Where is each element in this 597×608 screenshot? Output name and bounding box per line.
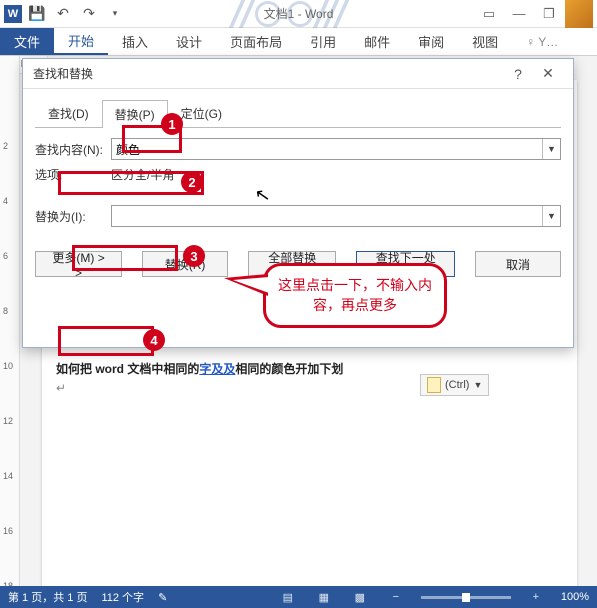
replace-input-combo: ▼: [111, 205, 561, 227]
find-dropdown-icon[interactable]: ▼: [542, 139, 560, 159]
view-print-icon[interactable]: ▦: [313, 588, 335, 606]
tab-review[interactable]: 审阅: [404, 28, 458, 55]
zoom-level[interactable]: 100%: [561, 591, 589, 603]
replace-dropdown-icon[interactable]: ▼: [542, 206, 560, 226]
minimize-icon[interactable]: —: [505, 2, 533, 26]
clipboard-icon: [427, 377, 441, 393]
word-app-icon: W: [4, 5, 22, 23]
tab-design[interactable]: 设计: [162, 28, 216, 55]
ribbon-options-icon[interactable]: ▭: [475, 2, 503, 26]
tab-tell-me[interactable]: ♀ Y…: [512, 28, 572, 55]
save-icon[interactable]: 💾: [26, 3, 48, 25]
status-word-count[interactable]: 112 个字: [101, 589, 144, 605]
user-avatar[interactable]: [565, 0, 593, 28]
redo-icon[interactable]: ↷: [78, 3, 100, 25]
zoom-out-button[interactable]: −: [385, 588, 407, 606]
view-web-icon[interactable]: ▩: [349, 588, 371, 606]
dialog-title-text: 查找和替换: [33, 65, 503, 82]
status-bar: 第 1 页，共 1 页 112 个字 ✎ ▤ ▦ ▩ − + 100%: [0, 586, 597, 608]
paste-options-button[interactable]: (Ctrl) ▼: [420, 374, 489, 396]
undo-icon[interactable]: ↶: [52, 3, 74, 25]
chevron-down-icon: ▼: [473, 380, 482, 390]
tab-replace[interactable]: 替换(P): [102, 100, 168, 128]
window-title: 文档1 - Word: [264, 5, 334, 22]
cursor-icon: ↖: [253, 184, 272, 207]
dialog-titlebar[interactable]: 查找和替换 ? ✕: [23, 59, 573, 89]
tab-home[interactable]: 开始: [54, 28, 108, 55]
restore-icon[interactable]: ❐: [535, 2, 563, 26]
annotation-badge-2: 2: [181, 171, 203, 193]
find-input-combo: ▼: [111, 138, 561, 160]
view-read-icon[interactable]: ▤: [277, 588, 299, 606]
options-line: 选项:区分全/半角: [111, 166, 561, 183]
window-titlebar: W 💾 ↶ ↷ ▾ 文档1 - Word ▭ — ❐: [0, 0, 597, 28]
qat-more-icon[interactable]: ▾: [104, 3, 126, 25]
dialog-tabs: 查找(D) 替换(P) 定位(G): [35, 99, 561, 128]
vertical-ruler: 2 4 6 8 10 12 14 16 18: [0, 56, 20, 586]
replace-input[interactable]: [112, 206, 542, 226]
tab-find[interactable]: 查找(D): [35, 99, 102, 127]
help-button[interactable]: ?: [503, 62, 533, 86]
zoom-slider[interactable]: [421, 596, 511, 599]
tab-file[interactable]: 文件: [0, 28, 54, 55]
tab-references[interactable]: 引用: [296, 28, 350, 55]
find-input[interactable]: [112, 139, 542, 159]
annotation-badge-1: 1: [161, 113, 183, 135]
close-button[interactable]: ✕: [533, 62, 563, 86]
annotation-callout: 这里点击一下，不输入内容，再点更多: [263, 263, 447, 328]
zoom-in-button[interactable]: +: [525, 588, 547, 606]
annotation-badge-3: 3: [183, 245, 205, 267]
ribbon-tabs: 文件 开始 插入 设计 页面布局 引用 邮件 审阅 视图 ♀ Y…: [0, 28, 597, 56]
replace-label: 替换为(I):: [35, 208, 111, 225]
status-language-icon[interactable]: ✎: [158, 591, 167, 604]
tab-insert[interactable]: 插入: [108, 28, 162, 55]
more-button[interactable]: 更多(M) > >: [35, 251, 122, 277]
tab-view[interactable]: 视图: [458, 28, 512, 55]
find-replace-dialog: 查找和替换 ? ✕ 查找(D) 替换(P) 定位(G) 查找内容(N): ▼ 选…: [22, 58, 574, 348]
zoom-thumb[interactable]: [462, 593, 470, 602]
tab-mail[interactable]: 邮件: [350, 28, 404, 55]
tab-layout[interactable]: 页面布局: [216, 28, 296, 55]
status-page[interactable]: 第 1 页，共 1 页: [8, 589, 87, 605]
cancel-button[interactable]: 取消: [475, 251, 561, 277]
find-label: 查找内容(N):: [35, 141, 111, 158]
annotation-badge-4: 4: [143, 329, 165, 351]
